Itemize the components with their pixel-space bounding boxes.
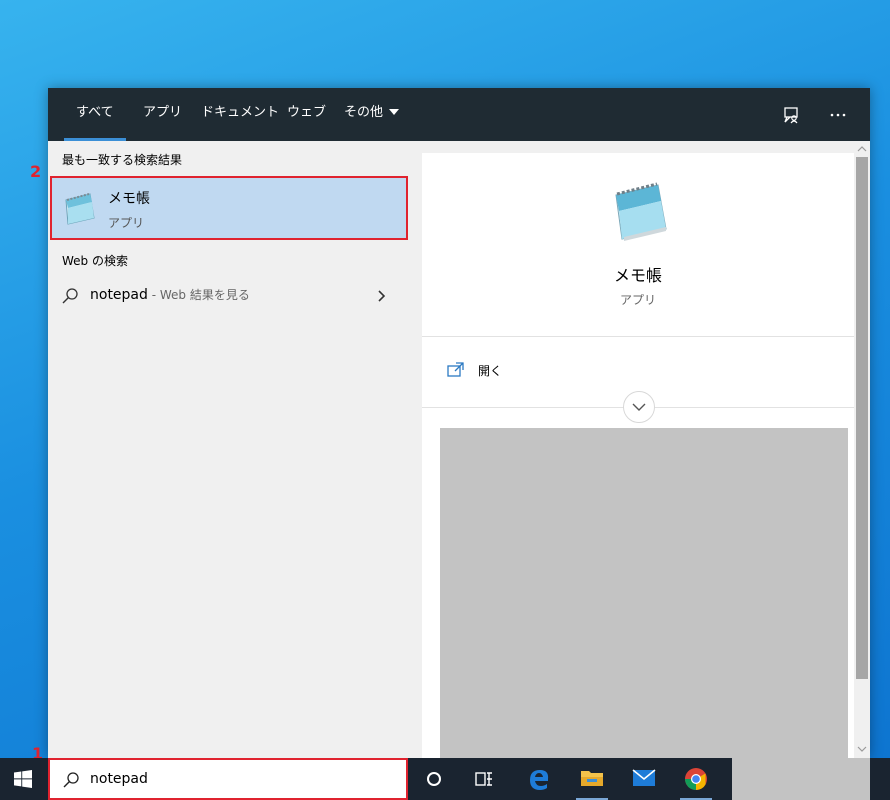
chevron-down-icon — [632, 403, 646, 411]
chevron-down-icon — [389, 108, 400, 115]
web-search-suffix: - Web 結果を見る — [147, 288, 250, 302]
web-search-item[interactable]: notepad - Web 結果を見る — [48, 279, 410, 313]
web-search-term: notepad — [90, 287, 148, 303]
search-filter-bar: すべて アプリ ドキュメント ウェブ その他 — [48, 88, 870, 141]
mail-icon[interactable] — [624, 758, 664, 800]
open-icon — [447, 362, 464, 377]
taskbar-placeholder — [732, 758, 870, 800]
scroll-down-icon[interactable] — [857, 745, 867, 753]
results-list: 最も一致する検索結果 メモ帳 アプリ Web の検索 notepad - Web… — [48, 141, 410, 758]
step-marker-2: 2 — [30, 162, 42, 181]
scroll-up-icon[interactable] — [857, 145, 867, 153]
taskbar-search-input[interactable]: notepad — [90, 771, 148, 787]
chevron-right-icon[interactable] — [376, 289, 388, 303]
cortana-icon[interactable] — [414, 758, 454, 800]
best-match-type: アプリ — [108, 216, 145, 230]
tab-more[interactable]: その他 — [344, 88, 400, 141]
notepad-large-icon — [615, 182, 667, 241]
tab-more-label: その他 — [344, 105, 384, 120]
divider — [422, 336, 854, 337]
notepad-icon — [65, 193, 95, 225]
tab-all[interactable]: すべて — [64, 88, 126, 141]
preview-app-type: アプリ — [619, 293, 656, 307]
tab-apps[interactable]: アプリ — [143, 88, 182, 141]
preview-placeholder — [440, 428, 848, 758]
web-search-heading: Web の検索 — [62, 254, 128, 268]
best-match-heading: 最も一致する検索結果 — [62, 153, 183, 167]
taskbar-search-box[interactable]: notepad — [48, 758, 408, 800]
edge-icon[interactable] — [518, 758, 558, 800]
tab-documents[interactable]: ドキュメント — [201, 88, 279, 141]
chrome-icon[interactable] — [676, 758, 716, 800]
scrollbar[interactable] — [854, 141, 870, 758]
search-panel: すべて アプリ ドキュメント ウェブ その他 最も一致する検索結果 メモ帳 アプ… — [48, 88, 870, 758]
task-view-icon[interactable] — [464, 758, 504, 800]
taskbar: notepad — [0, 758, 890, 800]
preview-pane: メモ帳 アプリ 開く — [422, 153, 854, 758]
tab-web[interactable]: ウェブ — [287, 88, 326, 141]
open-label: 開く — [478, 364, 503, 378]
more-options-icon[interactable] — [823, 100, 853, 130]
web-search-query: notepad - Web 結果を見る — [90, 286, 250, 303]
expand-button[interactable] — [623, 391, 655, 423]
windows-start-icon[interactable] — [4, 758, 44, 800]
best-match-item[interactable]: メモ帳 アプリ — [50, 176, 408, 240]
search-icon — [63, 772, 79, 788]
file-explorer-icon[interactable] — [572, 758, 612, 800]
best-match-name: メモ帳 — [108, 191, 150, 207]
scroll-thumb[interactable] — [856, 157, 868, 679]
preview-app-name: メモ帳 — [613, 266, 662, 285]
search-icon — [62, 288, 78, 304]
feedback-icon[interactable] — [776, 100, 806, 130]
